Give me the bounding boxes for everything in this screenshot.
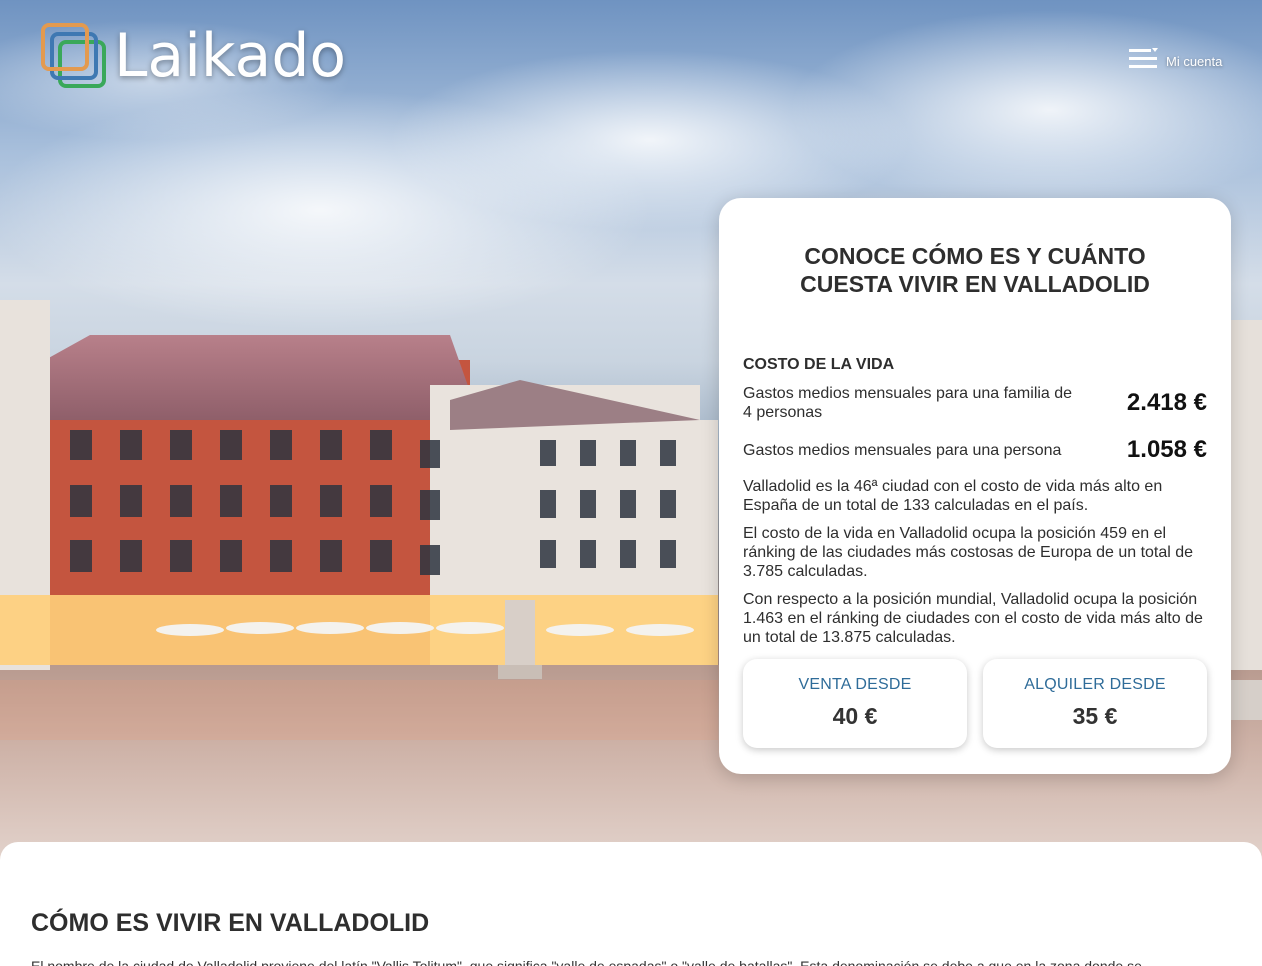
sale-value: 40 € <box>832 703 878 729</box>
main-content: CÓMO ES VIVIR EN VALLADOLID El nombre de… <box>0 842 1262 966</box>
cost-desc: Gastos medios mensuales para una persona <box>743 441 1062 459</box>
laikado-logo[interactable]: Laikado <box>40 22 346 90</box>
cost-desc: Gastos medios mensuales para una familia… <box>743 385 1073 421</box>
brand-name: Laikado <box>114 21 347 91</box>
account-label: Mi cuenta <box>1166 54 1223 69</box>
intro-paragraph: El nombre de la ciudad de Valladolid pro… <box>31 958 1142 966</box>
section-title: CÓMO ES VIVIR EN VALLADOLID <box>31 909 430 937</box>
rent-value: 35 € <box>1072 703 1118 729</box>
ranking-europe-text: El costo de la vida en Valladolid ocupa … <box>743 525 1194 580</box>
sale-label: VENTA DESDE <box>798 676 912 693</box>
cost-value: 1.058 € <box>1126 436 1207 463</box>
cost-of-living-card: CONOCE CÓMO ES Y CUÁNTO CUESTA VIVIR EN … <box>719 198 1231 774</box>
sale-from-button[interactable]: VENTA DESDE 40 € <box>743 659 967 748</box>
price-boxes: VENTA DESDE 40 € ALQUILER DESDE 35 € <box>743 659 1207 748</box>
cost-row-family: Gastos medios mensuales para una familia… <box>743 384 1207 422</box>
ranking-spain-text: Valladolid es la 46ª ciudad con el costo… <box>743 478 1163 514</box>
laikado-logo-icon <box>40 22 108 90</box>
card-title: CONOCE CÓMO ES Y CUÁNTO CUESTA VIVIR EN … <box>800 243 1150 297</box>
rent-from-button[interactable]: ALQUILER DESDE 35 € <box>983 659 1207 748</box>
rent-label: ALQUILER DESDE <box>1024 676 1166 693</box>
ranking-world-text: Con respecto a la posición mundial, Vall… <box>743 591 1203 646</box>
section-label-cost: COSTO DE LA VIDA <box>743 356 895 373</box>
account-menu-button[interactable]: Mi cuenta <box>1128 46 1222 77</box>
hamburger-menu-icon <box>1128 46 1158 77</box>
cost-row-single: Gastos medios mensuales para una persona… <box>743 436 1207 464</box>
cost-value: 2.418 € <box>1126 389 1207 416</box>
hero-background-photo: Laikado Mi cuenta CONOCE CÓMO ES Y CUÁNT… <box>0 0 1262 860</box>
